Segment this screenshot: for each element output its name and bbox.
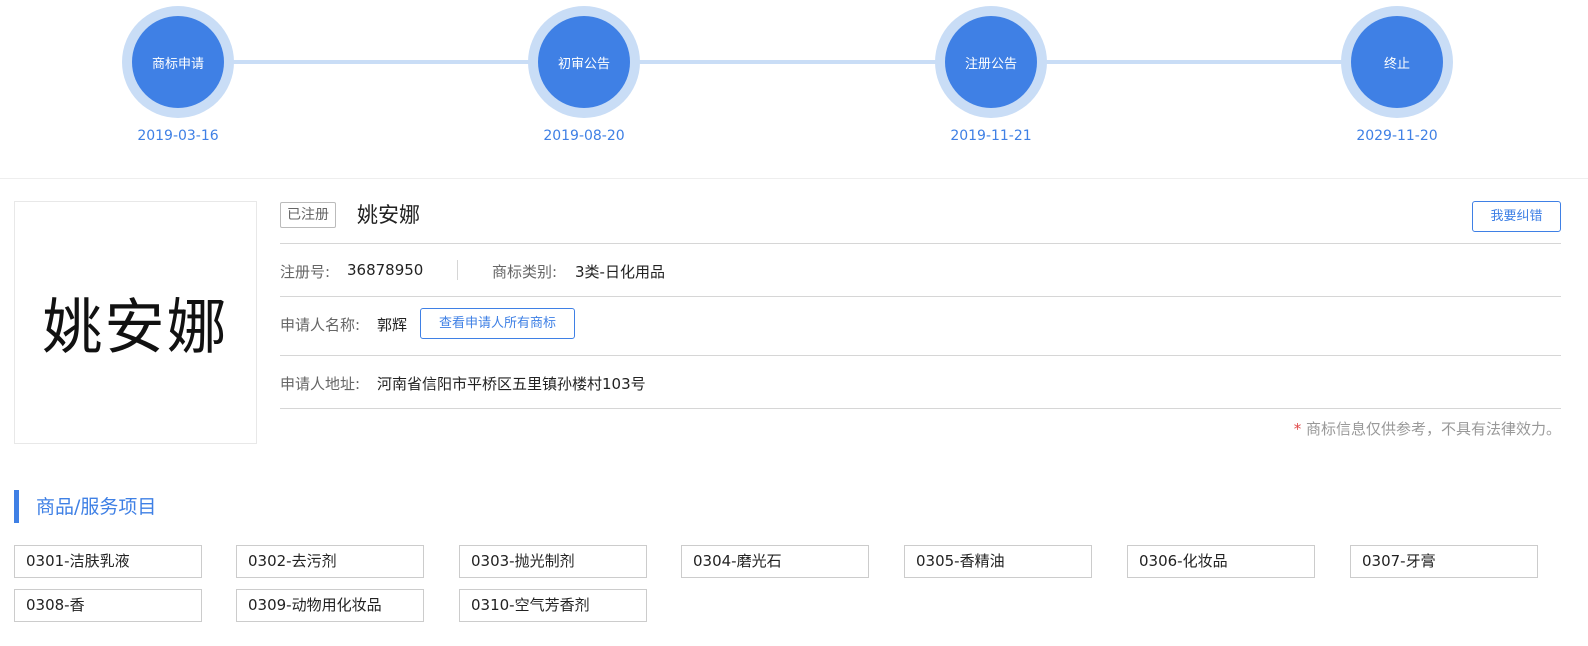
reg-no-value: 36878950 [347,261,424,279]
trademark-logo: 姚安娜 [14,201,257,444]
section-accent-bar [14,490,19,523]
goods-item: 0307-牙膏 [1350,545,1538,578]
timeline-step-label: 终止 [1351,16,1443,108]
timeline-ring: 商标申请 [122,6,234,118]
trademark-name: 姚安娜 [357,203,420,227]
timeline-step-date: 2019-08-20 [543,128,625,144]
timeline-step-date: 2019-03-16 [137,128,219,144]
section-title: 商品/服务项目 [36,496,157,518]
timeline-step-preliminary: 初审公告 2019-08-20 [528,6,640,144]
timeline-step-label: 商标申请 [132,16,224,108]
timeline-step-label: 注册公告 [945,16,1037,108]
timeline-ring: 终止 [1341,6,1453,118]
category-label: 商标类别: [492,263,558,281]
timeline-step-registration: 注册公告 2019-11-21 [935,6,1047,144]
view-applicant-trademarks-button[interactable]: 查看申请人所有商标 [420,308,575,339]
category-value: 3类-日化用品 [575,263,665,281]
title-row: 已注册 姚安娜 我要纠错 [280,201,1561,244]
disclaimer-text: * 商标信息仅供参考，不具有法律效力。 [1294,418,1561,439]
applicant-value: 郭辉 [377,316,408,334]
timeline-ring: 注册公告 [935,6,1047,118]
report-error-button[interactable]: 我要纠错 [1472,201,1561,232]
goods-item: 0310-空气芳香剂 [459,589,647,622]
trademark-logo-text: 姚安娜 [42,293,229,363]
goods-item: 0302-去污剂 [236,545,424,578]
status-badge: 已注册 [280,202,336,228]
goods-item: 0303-抛光制剂 [459,545,647,578]
goods-item: 0304-磨光石 [681,545,869,578]
applicant-label: 申请人名称: [280,316,361,334]
timeline-step-date: 2019-11-21 [950,128,1032,144]
status-timeline: 商标申请 2019-03-16 初审公告 2019-08-20 注册公告 201… [0,0,1588,179]
goods-item: 0306-化妆品 [1127,545,1315,578]
goods-item: 0309-动物用化妆品 [236,589,424,622]
disclaimer-content: 商标信息仅供参考，不具有法律效力。 [1305,420,1561,438]
address-value: 河南省信阳市平桥区五里镇孙楼村103号 [377,375,646,393]
goods-item: 0305-香精油 [904,545,1092,578]
timeline-line [178,60,1398,64]
required-star: * [1293,420,1302,438]
goods-item: 0308-香 [14,589,202,622]
timeline-step-date: 2029-11-20 [1356,128,1438,144]
trademark-info: 已注册 姚安娜 我要纠错 注册号: 36878950 商标类别: 3类-日化用品… [280,201,1561,438]
timeline-step-termination: 终止 2029-11-20 [1341,6,1453,144]
timeline-ring: 初审公告 [528,6,640,118]
divider [457,260,458,280]
applicant-row: 申请人名称: 郭辉 查看申请人所有商标 [280,297,1561,356]
address-label: 申请人地址: [280,375,361,393]
timeline-step-label: 初审公告 [538,16,630,108]
registration-row: 注册号: 36878950 商标类别: 3类-日化用品 [280,244,1561,297]
address-row: 申请人地址: 河南省信阳市平桥区五里镇孙楼村103号 [280,356,1561,409]
timeline-step-application: 商标申请 2019-03-16 [122,6,234,144]
goods-item: 0301-洁肤乳液 [14,545,202,578]
reg-no-label: 注册号: [280,263,331,281]
